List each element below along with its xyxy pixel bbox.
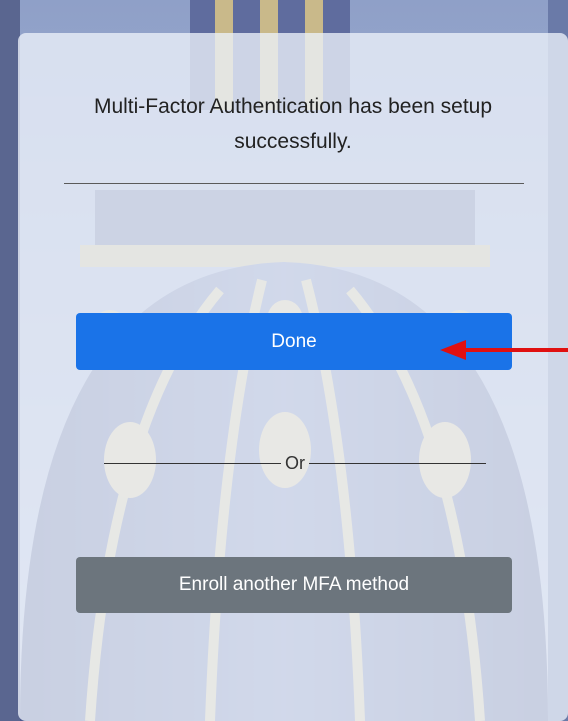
or-separator-text: Or — [285, 452, 305, 473]
enroll-another-mfa-button[interactable]: Enroll another MFA method — [76, 557, 512, 613]
or-separator-line-left — [104, 462, 281, 464]
success-message: Multi-Factor Authentication has been set… — [93, 95, 493, 153]
or-separator-line-right — [309, 462, 486, 464]
mfa-success-card: Multi-Factor Authentication has been set… — [18, 33, 568, 721]
message-divider — [64, 183, 524, 184]
page-root: Multi-Factor Authentication has been set… — [0, 0, 568, 721]
or-separator: Or — [104, 451, 486, 475]
red-arrow-icon — [440, 340, 568, 360]
